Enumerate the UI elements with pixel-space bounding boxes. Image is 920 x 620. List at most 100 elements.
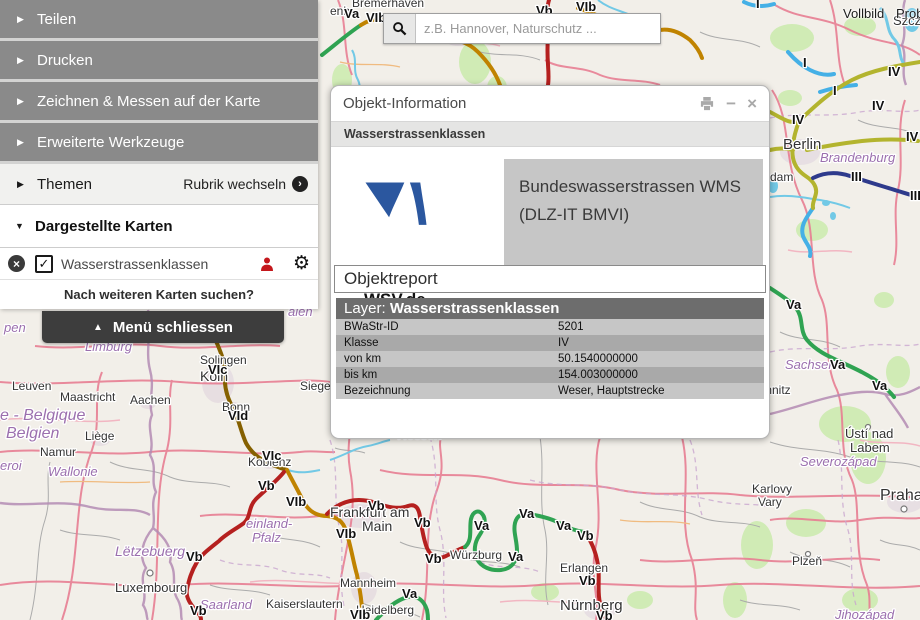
sidebar-item-drucken[interactable]: ▶ Drucken: [0, 41, 318, 82]
map-city-label: Vary: [758, 495, 782, 509]
search-icon-button[interactable]: [384, 14, 416, 43]
attr-label: BWaStr-ID: [336, 319, 550, 335]
search-icon: [392, 21, 407, 36]
layer-checkbox[interactable]: ✓: [35, 255, 53, 273]
waterway-class-label: VIc: [208, 362, 228, 377]
waterway-class-label: Vb: [258, 478, 275, 493]
dialog-body: WSV.de Wasser- und Schifffahrtsverwaltun…: [331, 147, 769, 437]
waterway-class-label: VIb: [576, 0, 596, 14]
waterway-class-label: III: [910, 188, 920, 203]
chevron-right-icon: ▶: [17, 55, 37, 66]
map-region-label: Wallonie: [48, 464, 98, 479]
waterway-class-label: III: [851, 169, 862, 184]
map-city-label: Plzeň: [792, 554, 822, 568]
map-region-label: Jihozápad: [834, 607, 895, 620]
table-row: von km 50.1540000000: [336, 351, 764, 367]
map-city-label: Leuven: [12, 379, 51, 393]
gear-icon[interactable]: ⚙: [293, 254, 310, 273]
map-city-label: Berlin: [783, 136, 821, 153]
waterway-class-label: I: [833, 83, 837, 98]
dialog-title: Objekt-Information: [343, 95, 466, 112]
map-region-label: eroi: [0, 458, 23, 473]
wsv-logo-icon: [361, 177, 431, 229]
waterway-class-label: Va: [519, 506, 535, 521]
sidebar-item-label: Dargestellte Karten: [35, 218, 173, 235]
sidebar-item-label: Erweiterte Werkzeuge: [37, 134, 184, 151]
map-city-label: Mannheim: [340, 576, 396, 590]
dialog-header[interactable]: Objekt-Information − ×: [331, 86, 769, 121]
map-region-label: einland-: [246, 516, 293, 531]
waterway-class-label: Vb: [368, 498, 385, 513]
report-problem-link[interactable]: Probl: [896, 6, 920, 21]
map-region-label: Lëtzebuerg: [115, 543, 185, 559]
map-region-label: Brandenburg: [820, 150, 896, 165]
waterway-class-label: VIb: [286, 494, 306, 509]
map-city-label: Ústí nad: [845, 426, 893, 441]
waterway-class-label: Vb: [596, 608, 613, 620]
map-city-label: Aachen: [130, 393, 171, 407]
menu-close-label: Menü schliessen: [113, 319, 233, 336]
attr-label: von km: [336, 351, 550, 367]
chevron-right-icon: ▶: [17, 179, 37, 190]
map-region-label: e - Belgique: [0, 407, 85, 424]
sidebar-item-dargestellte-karten[interactable]: ▼ Dargestellte Karten: [0, 205, 318, 248]
service-title-line: (DLZ-IT BMVI): [519, 201, 763, 229]
sidebar-item-themen[interactable]: ▶ Themen Rubrik wechseln ›: [0, 164, 318, 205]
waterway-class-label: VIc: [262, 448, 282, 463]
chevron-down-icon: ▼: [15, 221, 35, 231]
waterway-class-label: Vb: [425, 551, 442, 566]
waterway-class-label: Vb: [414, 515, 431, 530]
attr-label: Klasse: [336, 335, 550, 351]
waterway-class-label: VId: [228, 408, 248, 423]
minimize-icon[interactable]: −: [726, 95, 736, 112]
close-icon[interactable]: ×: [747, 95, 757, 112]
waterway-class-label: IV: [872, 98, 885, 113]
waterway-class-label: Va: [474, 518, 490, 533]
sidebar-item-erweiterte-werkzeuge[interactable]: ▶ Erweiterte Werkzeuge: [0, 123, 318, 164]
arrow-circle-icon: ›: [292, 176, 308, 192]
layer-name: Wasserstrassenklassen: [390, 300, 560, 317]
attr-label: bis km: [336, 367, 550, 383]
sidebar-item-label: Teilen: [37, 11, 76, 28]
sidebar-item-zeichnen-messen[interactable]: ▶ Zeichnen & Messen auf der Karte: [0, 82, 318, 123]
layer-prefix: Layer:: [344, 300, 390, 317]
waterway-class-label: I: [803, 55, 807, 70]
table-layer-header: Layer: Wasserstrassenklassen: [336, 298, 764, 319]
print-icon[interactable]: [699, 96, 715, 111]
attr-label: Bezeichnung: [336, 383, 550, 399]
attr-value: 5201: [550, 319, 764, 335]
map-city-label: Bremerhaven: [352, 0, 424, 10]
object-info-dialog: Objekt-Information − × Wasserstrassenkla…: [330, 85, 770, 439]
search-more-maps-link[interactable]: Nach weiteren Karten suchen?: [0, 280, 318, 309]
service-title-line: Bundeswasserstrassen WMS: [519, 173, 763, 201]
map-city-label: Karlovy: [752, 482, 792, 496]
user-icon[interactable]: [259, 256, 275, 272]
table-row: bis km 154.003000000: [336, 367, 764, 383]
sidebar-item-teilen[interactable]: ▶ Teilen: [0, 0, 318, 41]
map-region-label: Sachsen: [785, 357, 836, 372]
waterway-class-label: Va: [786, 297, 802, 312]
remove-layer-icon[interactable]: ×: [8, 255, 25, 272]
waterway-class-label: Va: [508, 549, 524, 564]
map-city-label: Liège: [85, 429, 115, 443]
table-row: Klasse IV: [336, 335, 764, 351]
fullscreen-link[interactable]: Vollbild: [843, 6, 884, 21]
waterway-class-label: VIb: [336, 526, 356, 541]
map-city-label: Würzburg: [450, 548, 502, 562]
table-row: BWaStr-ID 5201: [336, 319, 764, 335]
rubrik-wechseln-link[interactable]: Rubrik wechseln ›: [183, 176, 308, 192]
attr-value: Weser, Hauptstrecke: [550, 383, 764, 399]
map-region-label: pen: [3, 320, 26, 335]
waterway-class-label: IV: [906, 129, 919, 144]
waterway-class-label: Va: [344, 6, 360, 21]
menu-close-button[interactable]: ▲ Menü schliessen: [42, 311, 284, 343]
layer-name-label: Wasserstrassenklassen: [61, 256, 208, 272]
map-region-label: Saarland: [200, 597, 253, 612]
map-region-label: Severozápad: [800, 454, 877, 469]
search-input[interactable]: [416, 14, 660, 43]
waterway-class-label: VIb: [350, 607, 370, 620]
table-row: Bezeichnung Weser, Hauptstrecke: [336, 383, 764, 399]
dialog-layer-subtitle: Wasserstrassenklassen: [331, 121, 769, 147]
rubrik-wechseln-label: Rubrik wechseln: [183, 176, 286, 192]
attr-value: IV: [550, 335, 764, 351]
